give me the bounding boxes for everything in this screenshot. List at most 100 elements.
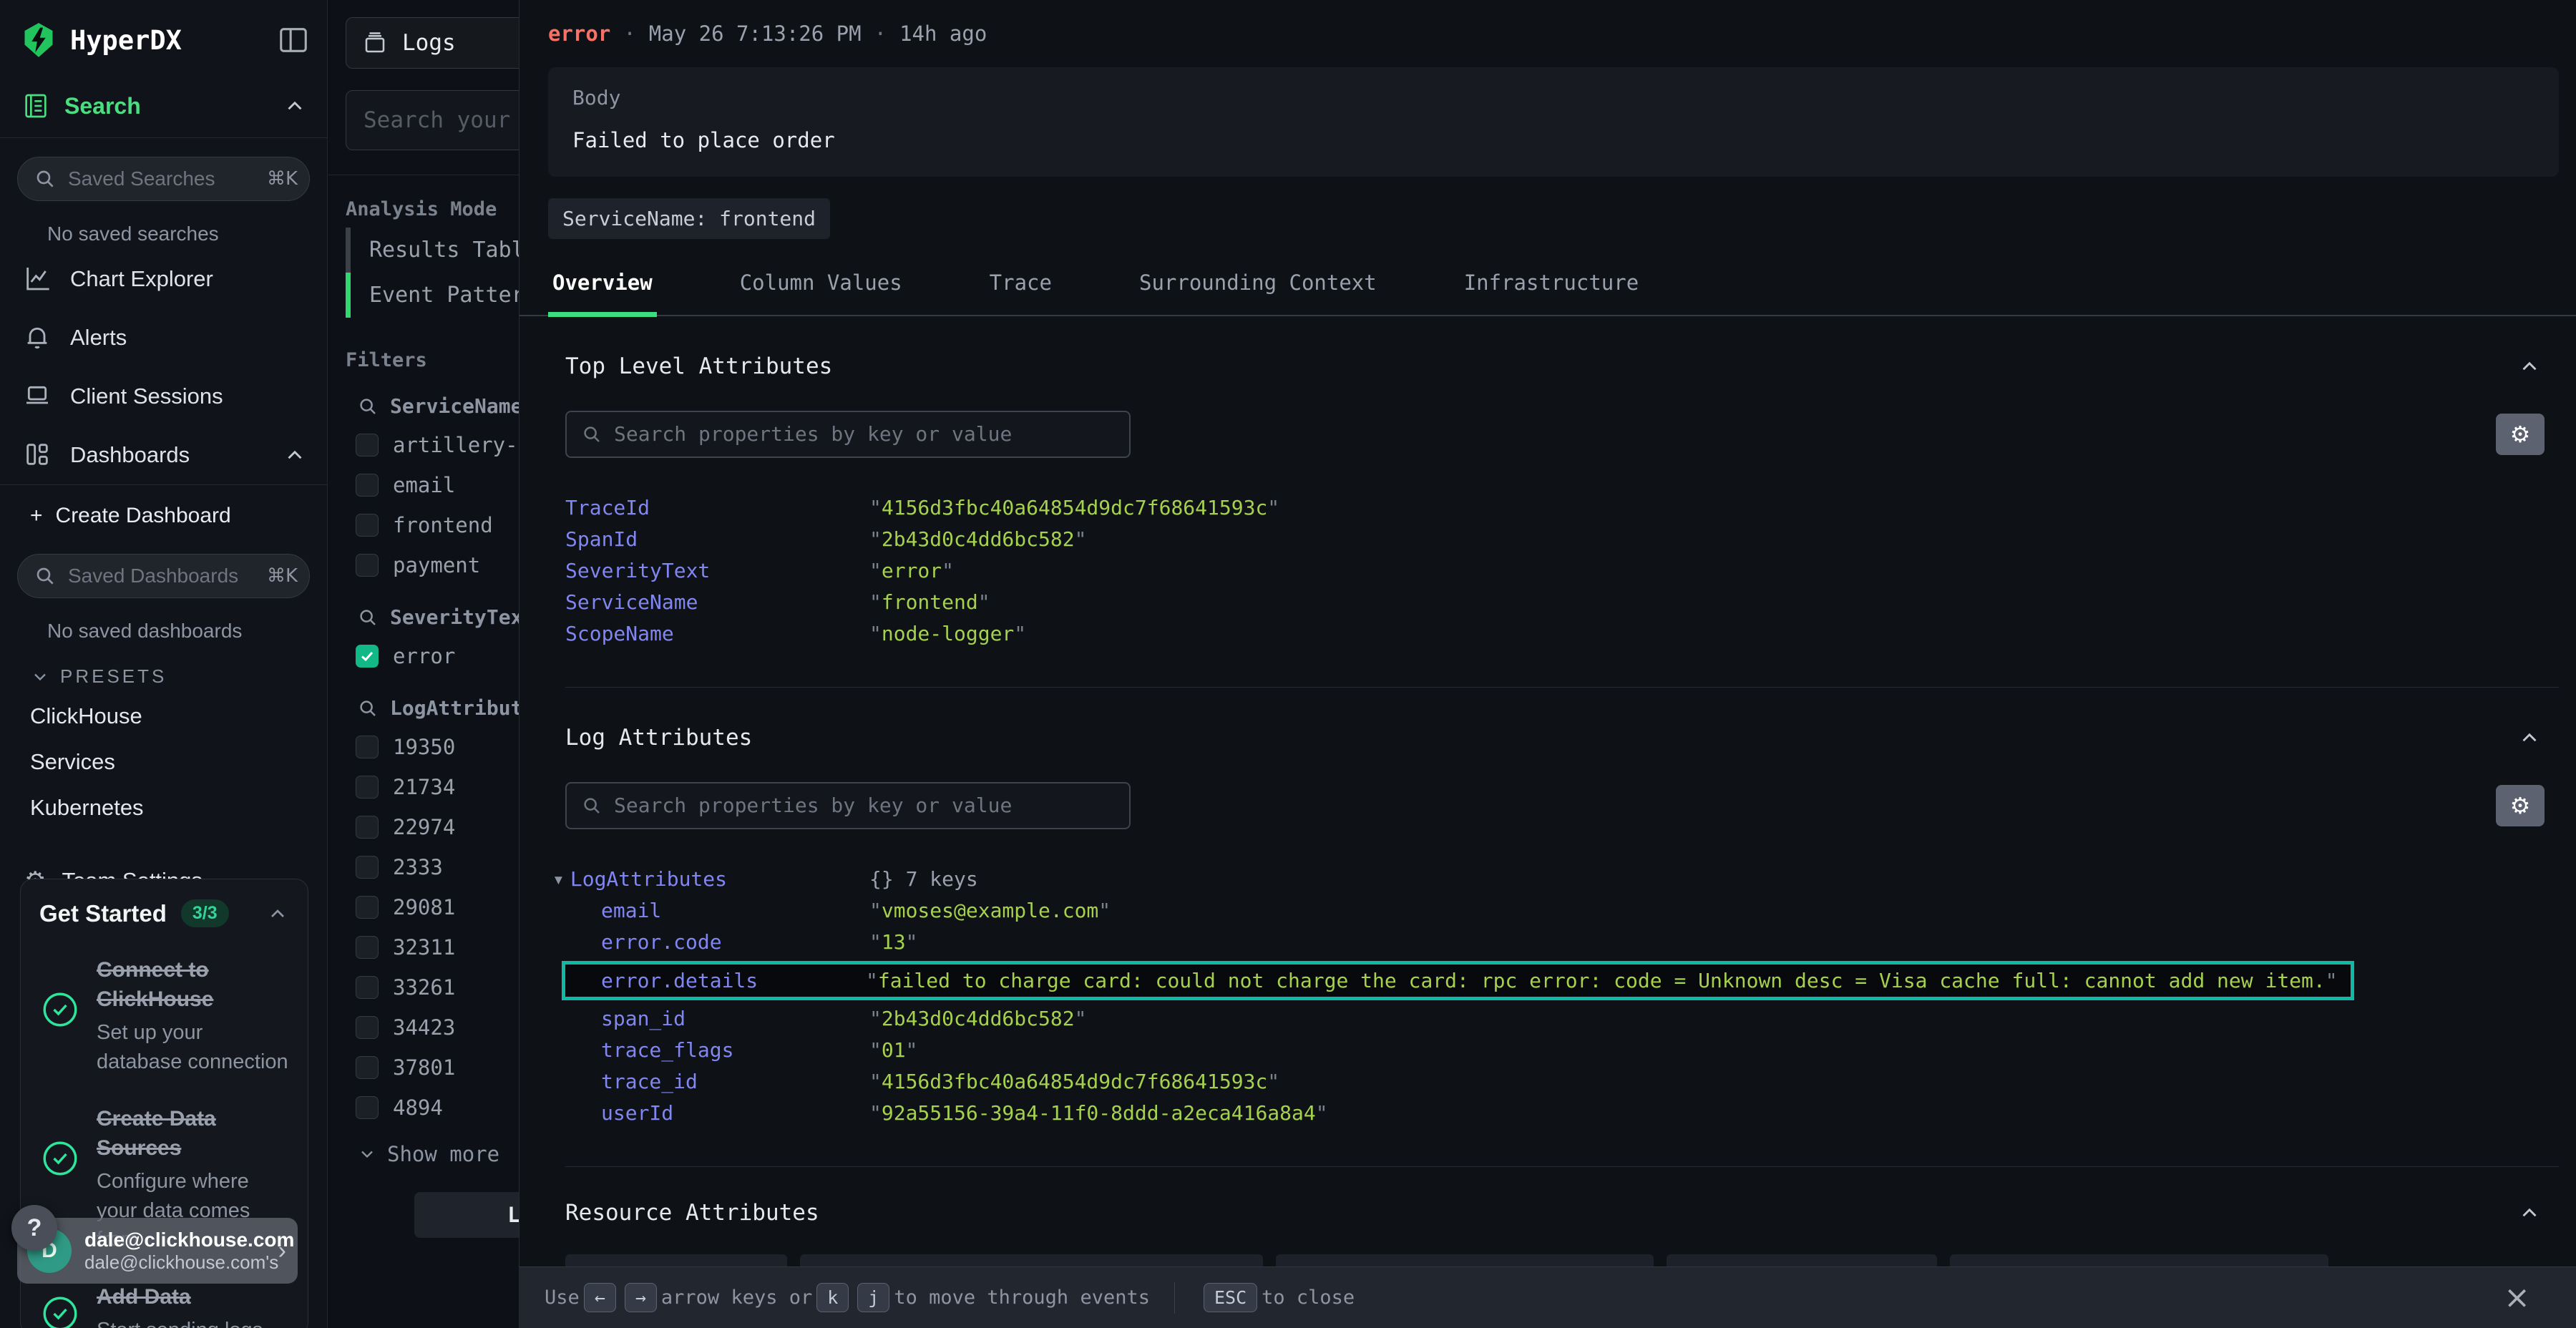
checkbox[interactable]	[356, 1096, 379, 1119]
collapse-section-icon[interactable]	[2517, 1201, 2542, 1225]
create-dashboard-button[interactable]: + Create Dashboard	[0, 485, 327, 535]
property-search-input[interactable]: Search properties by key or value	[565, 411, 1131, 458]
top-level-attributes-section: Top Level Attributes Search properties b…	[519, 316, 2576, 688]
property-search-input[interactable]: Search properties by key or value	[565, 782, 1131, 829]
source-selector-button[interactable]: Logs	[346, 17, 519, 69]
checkbox[interactable]	[356, 976, 379, 999]
close-icon[interactable]: ×	[2504, 1279, 2530, 1316]
checkbox[interactable]	[356, 474, 379, 497]
checkbox[interactable]	[356, 936, 379, 959]
chevron-up-icon[interactable]	[266, 902, 289, 925]
preset-clickhouse[interactable]: ClickHouse	[0, 693, 327, 739]
filter-option[interactable]: 32311	[328, 927, 519, 967]
checkbox[interactable]	[356, 554, 379, 577]
tab-infrastructure[interactable]: Infrastructure	[1460, 270, 1643, 315]
filter-option-checked[interactable]: error	[328, 636, 519, 676]
filter-option[interactable]: 22974	[328, 807, 519, 847]
chevron-up-icon[interactable]	[283, 94, 307, 118]
saved-searches-input[interactable]: Saved Searches ⌘K	[17, 157, 310, 201]
search-section-icon	[21, 92, 50, 120]
checkbox[interactable]	[356, 514, 379, 537]
checkbox[interactable]	[356, 1016, 379, 1039]
filter-option[interactable]: email	[328, 465, 519, 505]
sidebar-item-dashboards[interactable]: Dashboards	[0, 426, 327, 484]
sidebar-item-client-sessions[interactable]: Client Sessions	[0, 367, 327, 426]
column-settings-button[interactable]: ⚙	[2496, 414, 2545, 455]
filter-option[interactable]: frontend	[328, 505, 519, 545]
body-card: Body Failed to place order	[548, 67, 2559, 177]
collapse-sidebar-icon[interactable]	[277, 24, 310, 57]
get-started-step-add-data[interactable]: Add DataStart sending logs, metrics, or …	[39, 1283, 289, 1328]
collapse-section-icon[interactable]	[2517, 726, 2542, 750]
detail-tabs: Overview Column Values Trace Surrounding…	[519, 239, 2576, 316]
checkbox[interactable]	[356, 434, 379, 456]
filter-group-servicename: ServiceName	[328, 374, 519, 425]
help-button[interactable]: ?	[11, 1205, 57, 1251]
mode-results-table[interactable]: Results Table	[346, 228, 519, 273]
sidebar-item-chart-explorer[interactable]: Chart Explorer	[0, 250, 327, 308]
gear-icon: ⚙	[2510, 792, 2531, 819]
checkbox[interactable]	[356, 896, 379, 919]
attribute-row[interactable]: SeverityTexterror	[565, 555, 2559, 587]
collapse-section-icon[interactable]	[2517, 354, 2542, 379]
service-name-tag[interactable]: ServiceName: frontend	[548, 198, 830, 239]
sidebar-item-search[interactable]: Search	[64, 93, 268, 119]
filter-option[interactable]: 4894	[328, 1088, 519, 1128]
section-title: Resource Attributes	[565, 1200, 2517, 1226]
attribute-tree-root[interactable]: ▾LogAttributes {} 7 keys	[552, 864, 2559, 895]
attribute-row[interactable]: SpanId2b43d0c4dd6bc582	[565, 524, 2559, 555]
attribute-row[interactable]: userId92a55156-39a4-11f0-8ddd-a2eca416a8…	[565, 1098, 2559, 1129]
attribute-row[interactable]: ScopeNamenode-logger	[565, 618, 2559, 650]
filter-option[interactable]: 2333	[328, 847, 519, 887]
left-arrow-key: ←	[584, 1283, 616, 1312]
checkbox-checked[interactable]	[356, 645, 379, 668]
filter-option[interactable]: 21734	[328, 767, 519, 807]
less-filters-button[interactable]: Less filters	[414, 1192, 519, 1238]
attribute-row[interactable]: emailvmoses@example.com	[565, 895, 2559, 927]
filter-option[interactable]: 29081	[328, 887, 519, 927]
shortcut-badge: ⌘K	[267, 168, 298, 190]
tree-caret-icon[interactable]: ▾	[552, 867, 565, 891]
filter-option[interactable]: payment	[328, 545, 519, 585]
saved-dashboards-input[interactable]: Saved Dashboards ⌘K	[17, 554, 310, 598]
column-settings-button[interactable]: ⚙	[2496, 785, 2545, 826]
keyboard-hints-bar: Use ← → arrow keys or k j to move throug…	[519, 1266, 2576, 1328]
highlighted-attribute-row[interactable]: error.detailsfailed to charge card: coul…	[562, 961, 2354, 1000]
no-saved-searches-text: No saved searches	[0, 201, 327, 250]
mode-event-patterns[interactable]: Event Patterns	[346, 273, 519, 318]
filter-option[interactable]: 37801	[328, 1048, 519, 1088]
show-more-button[interactable]: Show more	[328, 1128, 519, 1173]
mode-indicator-active	[346, 273, 351, 318]
filter-option[interactable]: artillery-loa	[328, 425, 519, 465]
attribute-row[interactable]: span_id2b43d0c4dd6bc582	[565, 1003, 2559, 1035]
tab-surrounding-context[interactable]: Surrounding Context	[1135, 270, 1381, 315]
attribute-row[interactable]: trace_flags01	[565, 1035, 2559, 1066]
filter-option[interactable]: 33261	[328, 967, 519, 1007]
search-icon[interactable]	[357, 698, 379, 719]
filter-group-logattributes: LogAttributes	[328, 676, 519, 727]
search-icon[interactable]	[357, 607, 379, 628]
tab-overview[interactable]: Overview	[548, 270, 657, 317]
checkbox[interactable]	[356, 776, 379, 799]
attribute-row[interactable]: TraceId4156d3fbc40a64854d9dc7f68641593c	[565, 492, 2559, 524]
presets-toggle[interactable]: PRESETS	[0, 647, 327, 693]
preset-kubernetes[interactable]: Kubernetes	[0, 785, 327, 831]
user-profile-button[interactable]: D dale@clickhouse.com dale@clickhouse.co…	[17, 1218, 298, 1284]
sidebar-item-alerts[interactable]: Alerts	[0, 308, 327, 367]
event-search-input[interactable]: Search your ev	[346, 90, 519, 150]
checkbox[interactable]	[356, 1056, 379, 1079]
checkbox[interactable]	[356, 856, 379, 879]
preset-services[interactable]: Services	[0, 739, 327, 785]
chevron-up-icon[interactable]	[283, 443, 307, 467]
tab-trace[interactable]: Trace	[985, 270, 1056, 315]
attribute-row[interactable]: ServiceNamefrontend	[565, 587, 2559, 618]
filter-option[interactable]: 19350	[328, 727, 519, 767]
attribute-row[interactable]: error.code13	[565, 927, 2559, 958]
search-icon[interactable]	[357, 396, 379, 417]
tab-column-values[interactable]: Column Values	[736, 270, 907, 315]
checkbox[interactable]	[356, 736, 379, 758]
checkbox[interactable]	[356, 816, 379, 839]
get-started-step-connect[interactable]: Connect to ClickHouseSet up your databas…	[39, 956, 289, 1076]
attribute-row[interactable]: trace_id4156d3fbc40a64854d9dc7f68641593c	[565, 1066, 2559, 1098]
filter-option[interactable]: 34423	[328, 1007, 519, 1048]
